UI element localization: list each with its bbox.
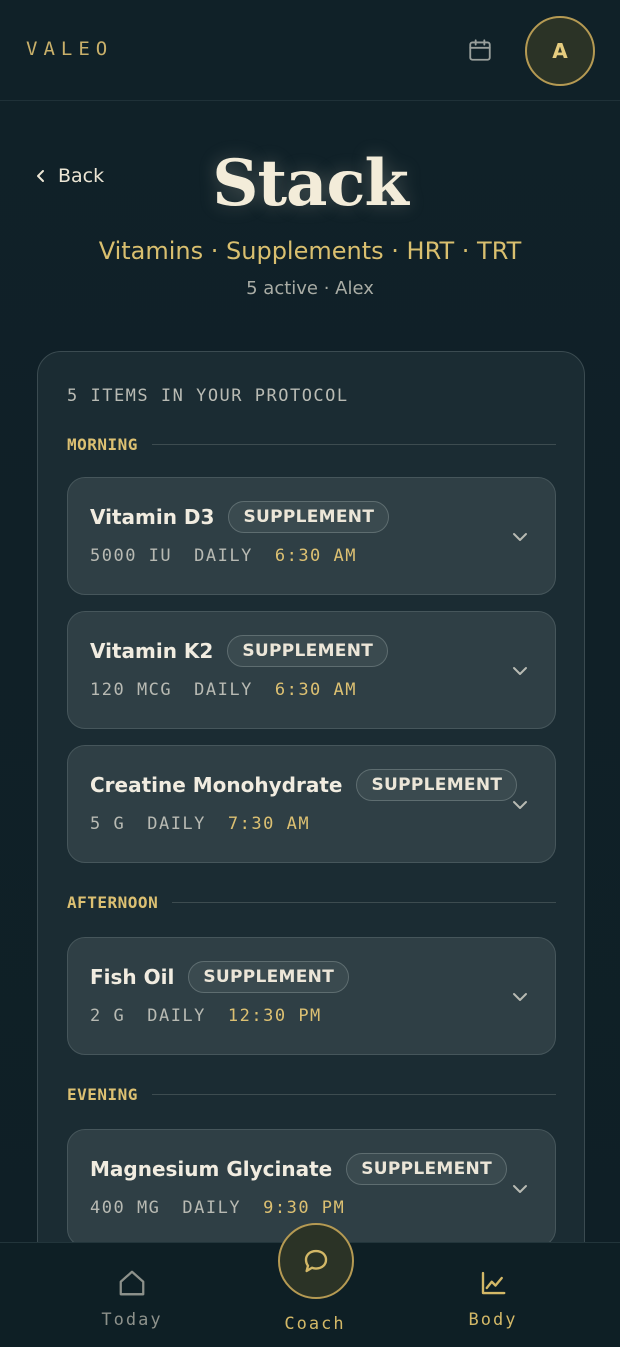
- item-name: Vitamin D3: [90, 505, 215, 529]
- stack-item-card[interactable]: Creatine Monohydrate SUPPLEMENT 5 G DAIL…: [67, 745, 556, 863]
- item-frequency: DAILY: [147, 1006, 206, 1026]
- chevron-down-icon[interactable]: [509, 986, 531, 1008]
- section-morning: MORNING: [67, 435, 556, 454]
- item-frequency: DAILY: [194, 680, 253, 700]
- nav-coach-label: Coach: [284, 1314, 346, 1334]
- item-type-badge: SUPPLEMENT: [188, 961, 350, 993]
- section-label: AFTERNOON: [67, 893, 159, 912]
- protocol-count: 5 ITEMS IN YOUR PROTOCOL: [67, 386, 349, 406]
- stack-item-card[interactable]: Vitamin D3 SUPPLEMENT 5000 IU DAILY 6:30…: [67, 477, 556, 595]
- top-bar: VALEO A: [0, 0, 620, 101]
- nav-body[interactable]: Body: [433, 1268, 553, 1330]
- item-name: Fish Oil: [90, 965, 175, 989]
- item-dose: 5000 IU: [90, 546, 173, 566]
- avatar[interactable]: A: [525, 16, 595, 86]
- item-time: 6:30 AM: [274, 546, 357, 566]
- item-time: 7:30 AM: [227, 814, 311, 834]
- chevron-down-icon[interactable]: [509, 794, 531, 816]
- bottom-nav: Today Coach Body: [0, 1223, 620, 1347]
- section-afternoon: AFTERNOON: [67, 893, 556, 912]
- item-time: 9:30 PM: [263, 1198, 346, 1218]
- chevron-down-icon[interactable]: [509, 526, 531, 548]
- section-label: MORNING: [67, 435, 138, 454]
- section-divider: [151, 1094, 556, 1095]
- item-dose: 400 MG: [90, 1198, 161, 1218]
- item-time: 6:30 AM: [274, 680, 357, 700]
- stack-item-card[interactable]: Vitamin K2 SUPPLEMENT 120 MCG DAILY 6:30…: [67, 611, 556, 729]
- avatar-initial: A: [552, 39, 568, 63]
- item-name: Magnesium Glycinate: [90, 1157, 333, 1181]
- item-dose: 2 G: [90, 1006, 126, 1026]
- protocol-panel: 5 ITEMS IN YOUR PROTOCOL MORNING Vitamin…: [37, 351, 585, 1301]
- page-title: Stack: [212, 146, 409, 221]
- nav-coach[interactable]: Coach: [255, 1268, 375, 1334]
- item-dose: 120 MCG: [90, 680, 173, 700]
- chevron-down-icon[interactable]: [509, 660, 531, 682]
- nav-today[interactable]: Today: [72, 1268, 192, 1330]
- page-meta: 5 active · Alex: [246, 278, 374, 299]
- item-name: Creatine Monohydrate: [90, 773, 343, 797]
- chevron-down-icon[interactable]: [509, 1178, 531, 1200]
- item-name: Vitamin K2: [90, 639, 214, 663]
- item-type-badge: SUPPLEMENT: [356, 769, 518, 801]
- nav-today-label: Today: [101, 1310, 163, 1330]
- item-frequency: DAILY: [194, 546, 253, 566]
- item-time: 12:30 PM: [227, 1006, 322, 1026]
- item-dose: 5 G: [90, 814, 126, 834]
- chart-icon: [481, 1271, 506, 1295]
- item-frequency: DAILY: [147, 814, 206, 834]
- home-icon: [119, 1270, 145, 1296]
- calendar-button[interactable]: [466, 36, 494, 64]
- section-divider: [172, 902, 556, 903]
- stack-item-card[interactable]: Fish Oil SUPPLEMENT 2 G DAILY 12:30 PM: [67, 937, 556, 1055]
- brand-logo[interactable]: VALEO: [26, 38, 113, 60]
- item-type-badge: SUPPLEMENT: [227, 635, 389, 667]
- calendar-icon: [469, 39, 491, 61]
- stack-page: VALEO A Back Stack Vitamins · Supplement…: [0, 0, 620, 1347]
- section-evening: EVENING: [67, 1085, 556, 1104]
- item-type-badge: SUPPLEMENT: [346, 1153, 507, 1185]
- section-divider: [151, 444, 556, 445]
- nav-body-label: Body: [468, 1310, 518, 1330]
- page-subtitle: Vitamins · Supplements · HRT · TRT: [98, 237, 522, 265]
- item-frequency: DAILY: [182, 1198, 242, 1218]
- item-type-badge: SUPPLEMENT: [228, 501, 390, 533]
- section-label: EVENING: [67, 1085, 138, 1104]
